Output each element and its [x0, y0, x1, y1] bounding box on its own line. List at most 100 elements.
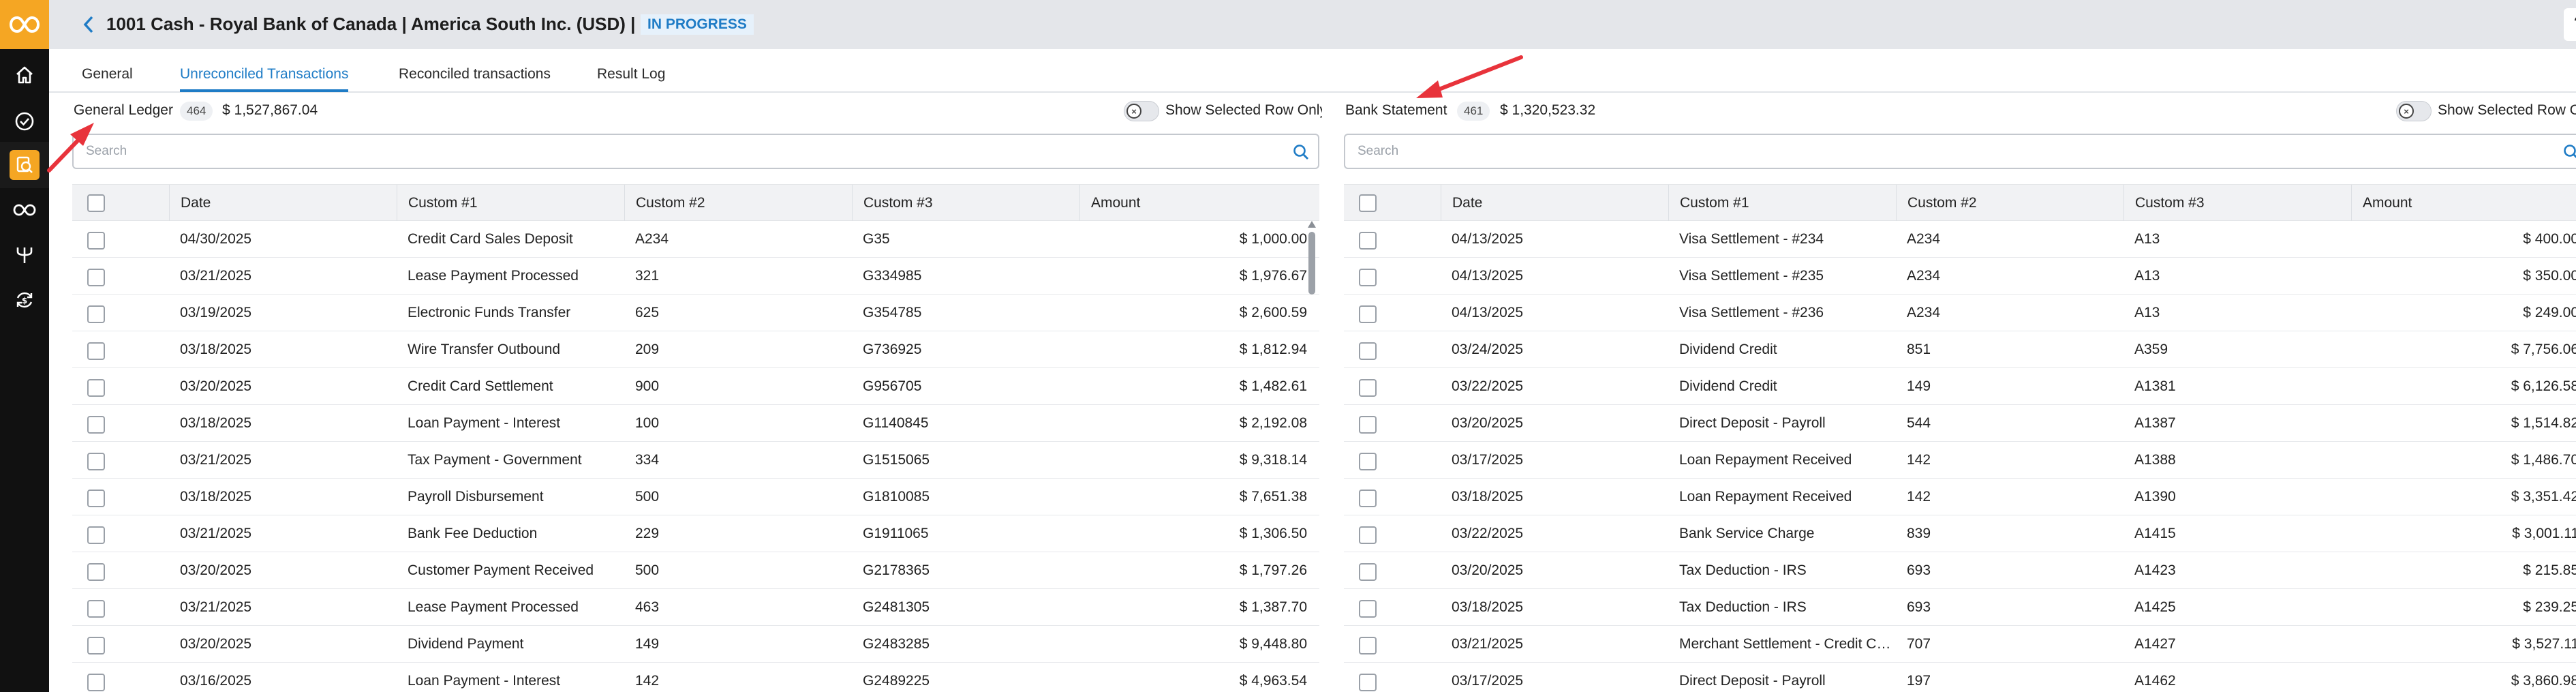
custom-2-cell: 142: [1907, 489, 1931, 505]
custom-3-cell: A1388: [2134, 452, 2176, 468]
tab-general[interactable]: General: [82, 66, 133, 89]
row-checkbox[interactable]: [1359, 453, 1377, 470]
row-checkbox[interactable]: [1359, 342, 1377, 360]
row-checkbox[interactable]: [1359, 269, 1377, 286]
tab-reconciled-transactions[interactable]: Reconciled transactions: [399, 66, 551, 89]
table-row[interactable]: 03/21/2025 Merchant Settlement - Credit C…: [1344, 626, 2576, 663]
column-header-custom-2[interactable]: Custom #2: [1896, 185, 2123, 222]
column-header-custom-1[interactable]: Custom #1: [397, 185, 624, 222]
date-cell: 03/22/2025: [1452, 526, 1524, 541]
table-row[interactable]: 03/24/2025 Dividend Credit 851 A359 $ 7,756.…: [1344, 331, 2576, 368]
general-ledger-search[interactable]: [72, 134, 1319, 169]
table-row[interactable]: 03/18/2025 Tax Deduction - IRS 693 A1425 $ 2…: [1344, 589, 2576, 626]
custom-3-cell: A13: [2134, 268, 2160, 284]
back-arrow-icon[interactable]: [76, 12, 101, 37]
sidebar-item-matching[interactable]: [0, 187, 49, 233]
row-checkbox[interactable]: [1359, 563, 1377, 581]
row-checkbox[interactable]: [87, 526, 105, 544]
column-header-custom-2[interactable]: Custom #2: [624, 185, 852, 222]
column-header-date[interactable]: Date: [169, 185, 397, 222]
date-cell: 03/21/2025: [180, 526, 252, 541]
app-logo[interactable]: [0, 0, 49, 49]
bank-statement-search-input[interactable]: [1358, 142, 2353, 161]
table-row[interactable]: 03/20/2025 Direct Deposit - Payroll 544 A13…: [1344, 405, 2576, 442]
column-header-amount[interactable]: Amount: [1079, 185, 1319, 222]
table-row[interactable]: 03/21/2025 Lease Payment Processed 463 G248…: [72, 589, 1319, 626]
row-checkbox[interactable]: [1359, 232, 1377, 250]
row-checkbox[interactable]: [87, 379, 105, 397]
table-row[interactable]: 03/18/2025 Loan Payment - Interest 100 G114…: [72, 405, 1319, 442]
select-all-checkbox[interactable]: [87, 194, 105, 212]
row-checkbox[interactable]: [1359, 600, 1377, 618]
scroll-up-arrow-icon[interactable]: [1308, 221, 1316, 228]
sidebar-item-tasks[interactable]: [0, 98, 49, 145]
sidebar-item-currency[interactable]: $: [0, 277, 49, 323]
tab-result-log[interactable]: Result Log: [597, 66, 665, 89]
table-row[interactable]: 04/13/2025 Visa Settlement - #234 A234 A13 $…: [1344, 221, 2576, 258]
bank-statement-search[interactable]: [1344, 134, 2576, 169]
custom-3-cell: A1427: [2134, 636, 2176, 652]
column-header-custom-1[interactable]: Custom #1: [1668, 185, 1896, 222]
row-checkbox[interactable]: [87, 342, 105, 360]
custom-2-cell: 229: [635, 526, 660, 541]
row-checkbox[interactable]: [87, 232, 105, 250]
table-row[interactable]: 03/20/2025 Customer Payment Received 500 G2…: [72, 552, 1319, 589]
scrollbar-thumb[interactable]: [1308, 232, 1315, 295]
tab-unreconciled-transactions[interactable]: Unreconciled Transactions: [180, 66, 349, 92]
table-row[interactable]: 03/17/2025 Direct Deposit - Payroll 197 A14…: [1344, 663, 2576, 692]
row-checkbox[interactable]: [87, 600, 105, 618]
row-checkbox[interactable]: [87, 305, 105, 323]
table-row[interactable]: 04/30/2025 Credit Card Sales Deposit A234 G…: [72, 221, 1319, 258]
custom-3-cell: G35: [863, 231, 890, 247]
table-row[interactable]: 04/13/2025 Visa Settlement - #235 A234 A13 $…: [1344, 258, 2576, 295]
table-row[interactable]: 03/18/2025 Wire Transfer Outbound 209 G7369…: [72, 331, 1319, 368]
table-row[interactable]: 03/21/2025 Lease Payment Processed 321 G334…: [72, 258, 1319, 295]
table-row[interactable]: 03/21/2025 Bank Fee Deduction 229 G1911065 $…: [72, 515, 1319, 552]
row-checkbox[interactable]: [87, 416, 105, 434]
table-row[interactable]: 03/20/2025 Credit Card Settlement 900 G9567…: [72, 368, 1319, 405]
select-all-checkbox[interactable]: [1359, 194, 1377, 212]
row-checkbox[interactable]: [87, 490, 105, 507]
help-button[interactable]: ?: [2564, 8, 2576, 41]
row-checkbox[interactable]: [1359, 305, 1377, 323]
table-row[interactable]: 03/18/2025 Loan Repayment Received 142 A139…: [1344, 479, 2576, 515]
row-checkbox[interactable]: [87, 269, 105, 286]
row-checkbox[interactable]: [1359, 674, 1377, 691]
table-row[interactable]: 03/18/2025 Payroll Disbursement 500 G181008…: [72, 479, 1319, 515]
table-row[interactable]: 03/22/2025 Bank Service Charge 839 A1415 $ 3…: [1344, 515, 2576, 552]
search-icon[interactable]: [2562, 143, 2576, 161]
table-row[interactable]: 03/16/2025 Loan Payment - Interest 142 G248…: [72, 663, 1319, 692]
sidebar-item-reconciliation[interactable]: [0, 142, 49, 188]
table-row[interactable]: 04/13/2025 Visa Settlement - #236 A234 A13 $…: [1344, 295, 2576, 331]
amount-cell: $ 2,192.08: [1239, 415, 1307, 431]
row-checkbox[interactable]: [87, 637, 105, 655]
column-header-custom-3[interactable]: Custom #3: [852, 185, 1079, 222]
reconcile-icon: [16, 156, 33, 173]
general-ledger-search-input[interactable]: [86, 142, 1082, 161]
row-checkbox[interactable]: [1359, 637, 1377, 655]
sidebar-item-workflow[interactable]: [0, 232, 49, 278]
row-checkbox[interactable]: [87, 674, 105, 691]
row-checkbox[interactable]: [1359, 416, 1377, 434]
bank-statement-show-selected-toggle[interactable]: ×: [2396, 101, 2432, 121]
table-row[interactable]: 03/17/2025 Loan Repayment Received 142 A138…: [1344, 442, 2576, 479]
row-checkbox[interactable]: [87, 563, 105, 581]
row-checkbox[interactable]: [1359, 490, 1377, 507]
column-header-custom-3[interactable]: Custom #3: [2123, 185, 2351, 222]
search-icon[interactable]: [1292, 143, 1310, 161]
row-checkbox[interactable]: [1359, 379, 1377, 397]
table-row[interactable]: 03/21/2025 Tax Payment - Government 334 G15…: [72, 442, 1319, 479]
check-circle-icon: [15, 112, 34, 131]
sidebar-item-home[interactable]: [0, 52, 49, 98]
column-header-date[interactable]: Date: [1441, 185, 1668, 222]
column-header-amount[interactable]: Amount: [2351, 185, 2576, 222]
row-checkbox[interactable]: [1359, 526, 1377, 544]
table-row[interactable]: 03/20/2025 Tax Deduction - IRS 693 A1423 $ 2…: [1344, 552, 2576, 589]
row-checkbox[interactable]: [87, 453, 105, 470]
table-row[interactable]: 03/20/2025 Dividend Payment 149 G2483285 $ 9…: [72, 626, 1319, 663]
table-row[interactable]: 03/19/2025 Electronic Funds Transfer 625 G3…: [72, 295, 1319, 331]
general-ledger-show-selected-toggle[interactable]: ×: [1124, 101, 1159, 121]
table-row[interactable]: 03/22/2025 Dividend Credit 149 A1381 $ 6,126…: [1344, 368, 2576, 405]
general-ledger-scrollbar[interactable]: [1307, 221, 1317, 692]
bank-statement-header: Bank Statement 461 $ 1,320,523.32 × Show…: [1344, 93, 2576, 132]
